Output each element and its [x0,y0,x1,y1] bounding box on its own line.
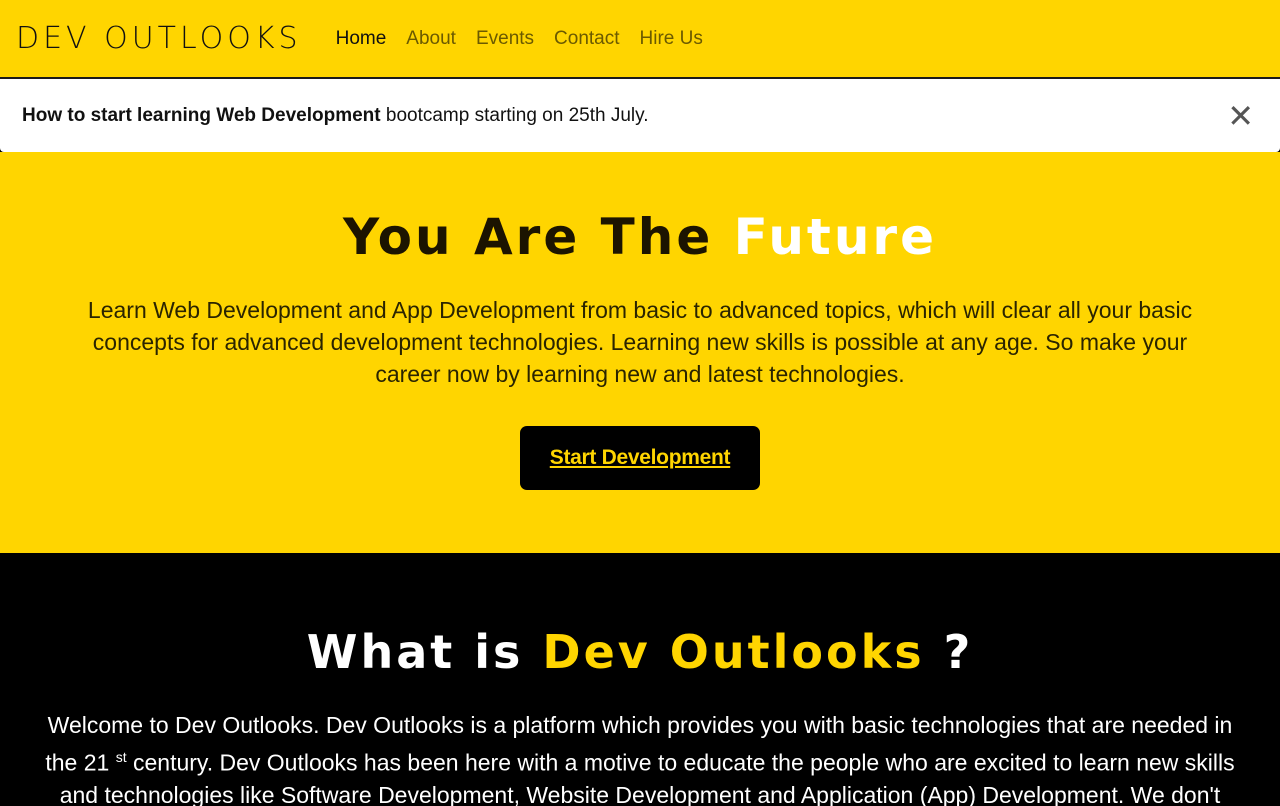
alert-message: How to start learning Web Development bo… [22,105,649,127]
close-icon[interactable]: ✕ [1221,99,1260,133]
nav-contact[interactable]: Contact [554,28,619,50]
about-title-main: What is [306,625,543,679]
hero-title: You Are The Future [0,152,1280,266]
nav-events[interactable]: Events [476,28,534,50]
navbar: DEV OUTLOOKS Home About Events Contact H… [0,0,1280,79]
about-section: What is Dev Outlooks ? Welcome to Dev Ou… [0,553,1280,806]
nav-hire-us[interactable]: Hire Us [640,28,703,50]
hero-title-main: You Are The [343,208,734,266]
about-text-part2: century. Dev Outlooks has been here with… [59,749,1235,806]
alert-bold-text: How to start learning Web Development [22,104,381,126]
start-development-button[interactable]: Start Development [519,426,761,490]
hero-description: Learn Web Development and App Developmen… [87,297,1193,387]
about-text: Welcome to Dev Outlooks. Dev Outlooks is… [40,709,1240,806]
alert-text: bootcamp starting on 25th July. [380,104,649,126]
nav-home[interactable]: Home [336,28,387,50]
about-title-accent: Dev Outlooks [542,625,925,679]
about-title: What is Dev Outlooks ? [0,553,1280,679]
about-text-sup: st [115,749,127,765]
nav-links: Home About Events Contact Hire Us [336,28,703,50]
about-title-end: ? [924,625,974,679]
hero-section: You Are The Future Learn Web Development… [0,152,1280,553]
announcement-alert: How to start learning Web Development bo… [0,79,1280,152]
hero-title-accent: Future [733,208,937,266]
brand-logo[interactable]: DEV OUTLOOKS [16,21,302,56]
nav-about[interactable]: About [406,28,456,50]
